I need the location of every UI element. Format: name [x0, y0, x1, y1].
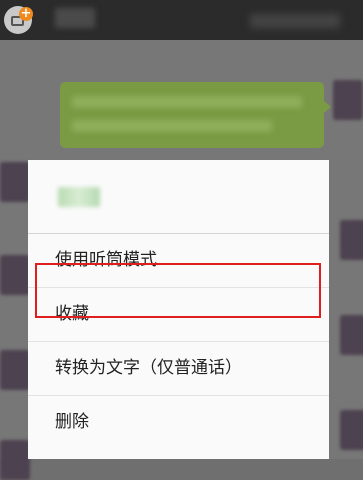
contact-avatar[interactable]: [0, 162, 30, 202]
contact-avatar[interactable]: [0, 255, 30, 295]
menu-item-favorite[interactable]: 收藏: [28, 288, 329, 340]
my-avatar[interactable]: [340, 315, 363, 355]
menu-item-delete[interactable]: 删除: [28, 396, 329, 448]
my-avatar[interactable]: [340, 220, 363, 260]
contact-avatar[interactable]: [0, 350, 30, 390]
blurred-chat-title: [55, 8, 95, 28]
app-add-icon[interactable]: +: [4, 6, 33, 34]
top-bar: +: [0, 0, 363, 40]
my-avatar[interactable]: [333, 80, 363, 120]
contact-avatar[interactable]: [0, 440, 30, 480]
menu-header: [28, 160, 329, 232]
message-context-menu: 使用听筒模式 收藏 转换为文字（仅普通话） 删除: [28, 160, 329, 459]
sent-message-bubble[interactable]: [60, 82, 331, 148]
my-avatar[interactable]: [340, 410, 363, 450]
menu-item-convert-to-text[interactable]: 转换为文字（仅普通话）: [28, 342, 329, 394]
blurred-header-info: [250, 14, 340, 28]
menu-item-earpiece-mode[interactable]: 使用听筒模式: [28, 234, 329, 286]
blurred-sender-name: [58, 187, 100, 207]
